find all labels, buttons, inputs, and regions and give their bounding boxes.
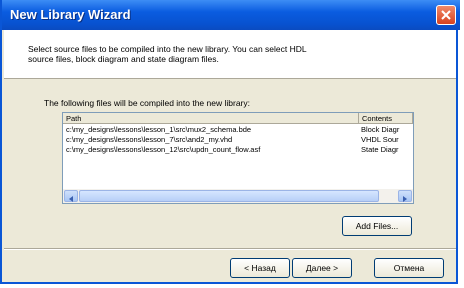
close-button[interactable] xyxy=(436,5,456,25)
cell-path: c:\my_designs\lessons\lesson_12\src\updn… xyxy=(66,145,261,154)
cell-path: c:\my_designs\lessons\lesson_7\src\and2_… xyxy=(66,135,233,144)
cancel-button[interactable]: Отмена xyxy=(374,258,444,278)
cell-contents: VHDL Sour xyxy=(361,135,399,144)
scrollbar-thumb[interactable] xyxy=(79,190,379,202)
file-list[interactable]: Path Contents c:\my_designs\lessons\less… xyxy=(62,112,414,204)
next-button[interactable]: Далее > xyxy=(292,258,352,278)
add-files-button[interactable]: Add Files... xyxy=(342,216,412,236)
column-header-contents[interactable]: Contents xyxy=(359,113,413,124)
divider xyxy=(4,248,456,250)
close-icon xyxy=(441,10,451,20)
window-title: New Library Wizard xyxy=(10,7,131,22)
list-row[interactable]: c:\my_designs\lessons\lesson_7\src\and2_… xyxy=(63,135,413,145)
cell-contents: State Diagr xyxy=(361,145,399,154)
right-arrow-icon xyxy=(403,196,407,202)
horizontal-scrollbar[interactable] xyxy=(63,189,413,203)
list-row[interactable]: c:\my_designs\lessons\lesson_12\src\updn… xyxy=(63,145,413,155)
back-button[interactable]: < Назад xyxy=(230,258,290,278)
cell-path: c:\my_designs\lessons\lesson_1\src\mux2_… xyxy=(66,125,252,134)
header-panel: Select source files to be compiled into … xyxy=(4,30,456,79)
wizard-window: New Library Wizard Select source files t… xyxy=(0,0,460,284)
scroll-right-button[interactable] xyxy=(398,190,412,202)
list-caption: The following files will be compiled int… xyxy=(44,98,250,108)
cell-contents: Block Diagr xyxy=(361,125,400,134)
column-header-path[interactable]: Path xyxy=(63,113,359,124)
intro-text: Select source files to be compiled into … xyxy=(28,44,307,64)
scroll-left-button[interactable] xyxy=(64,190,78,202)
left-arrow-icon xyxy=(69,196,73,202)
list-row[interactable]: c:\my_designs\lessons\lesson_1\src\mux2_… xyxy=(63,125,413,135)
title-bar[interactable]: New Library Wizard xyxy=(2,0,460,30)
